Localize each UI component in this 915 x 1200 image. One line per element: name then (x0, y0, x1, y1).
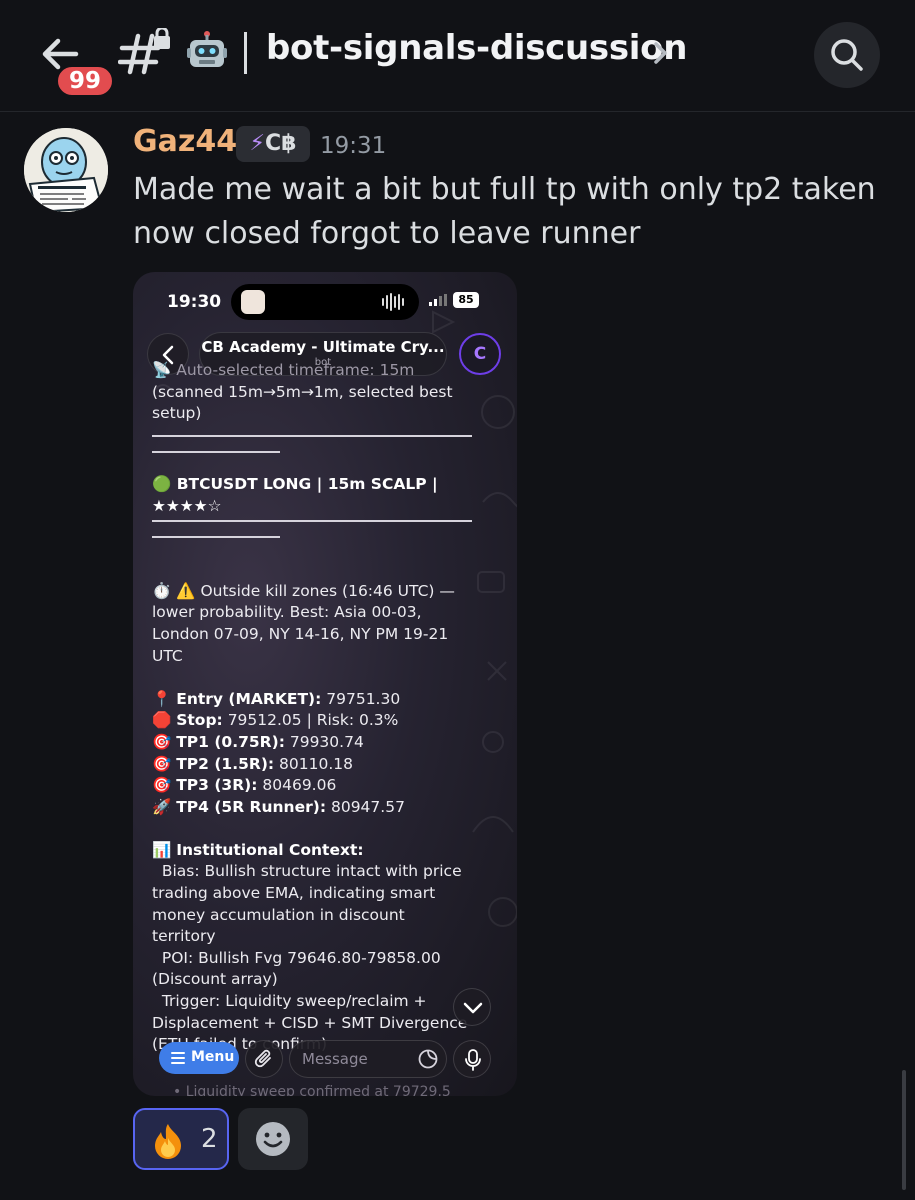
channel-header: 99 bot-signals-discussion (0, 0, 915, 112)
scanned-line: (scanned 15m→5m→1m, selected best setup) (152, 382, 458, 423)
signal-message-bubble: 📡 Auto-selected timeframe: 15m (scanned … (143, 360, 473, 1096)
sticker-icon[interactable] (417, 1048, 439, 1070)
avatar[interactable] (24, 128, 108, 212)
add-reaction-button[interactable] (238, 1108, 308, 1170)
signal-icon (429, 294, 447, 306)
paperclip-icon (254, 1049, 271, 1068)
message-timestamp: 19:31 (320, 133, 387, 159)
stop-label: Stop: (176, 711, 223, 730)
timeframe-line: 📡 Auto-selected timeframe: 15m (152, 361, 415, 379)
entry-value: 79751.30 (326, 689, 401, 708)
entry-label: Entry (MARKET): (176, 689, 322, 708)
author-name[interactable]: Gaz44 (133, 124, 237, 159)
bot-menu-label: Menu (191, 1049, 235, 1065)
underlay-text: • Liquidity sweep confirmed at 79729.5 (173, 1084, 451, 1096)
signal-message-text: 📡 Auto-selected timeframe: 15m (scanned … (152, 360, 472, 1056)
divider (152, 535, 280, 538)
search-icon (831, 39, 863, 71)
attach-button[interactable] (245, 1040, 283, 1078)
bot-menu-button[interactable]: Menu (159, 1042, 239, 1074)
divider (152, 450, 280, 453)
avatar-illustration (24, 128, 108, 212)
telegram-chat-title: CB Academy - Ultimate Cry... (201, 338, 445, 356)
tp4-value: 80947.57 (330, 797, 405, 816)
tp1-label: TP1 (0.75R): (176, 732, 285, 751)
tp2-value: 80110.18 (279, 754, 354, 773)
smile-icon (256, 1122, 290, 1156)
unread-badge: 99 (55, 64, 115, 98)
status-time: 19:30 (167, 292, 222, 312)
reaction-fire[interactable]: 2 (133, 1108, 229, 1170)
now-playing-thumbnail (241, 290, 265, 314)
role-tag[interactable]: ⚡C฿ (236, 126, 310, 162)
battery-indicator: 85 (453, 292, 479, 308)
channel-name[interactable]: bot-signals-discussion (266, 28, 687, 68)
microphone-button[interactable] (453, 1040, 491, 1078)
microphone-icon (465, 1049, 481, 1071)
reaction-count: 2 (201, 1124, 218, 1154)
tp3-label: TP3 (3R): (176, 776, 258, 795)
context-poi: POI: Bullish Fvg 79646.80-79858.00 (Disc… (152, 948, 446, 989)
search-button[interactable] (814, 22, 880, 88)
message-text: Made me wait a bit but full tp with only… (133, 172, 876, 251)
audio-waveform-icon (382, 293, 404, 311)
menu-icon (171, 1052, 185, 1064)
chevron-down-icon (463, 1002, 483, 1014)
signal-title: 🟢 BTCUSDT LONG | 15m SCALP | ★★★★☆ (152, 475, 444, 515)
chevron-right-icon[interactable] (652, 40, 670, 66)
killzone-warning: ⏱️ ⚠️ Outside kill zones (16:46 UTC) — l… (152, 581, 460, 665)
scroll-to-bottom-button[interactable] (453, 988, 491, 1026)
context-title: Institutional Context: (176, 840, 364, 859)
fire-icon (155, 1124, 181, 1159)
role-tag-label: C฿ (265, 131, 297, 156)
tp2-label: TP2 (1.5R): (176, 754, 275, 773)
tp1-value: 79930.74 (289, 732, 364, 751)
phone-status-bar: 19:30 85 (133, 272, 517, 328)
lightning-icon: ⚡ (249, 131, 265, 156)
tp3-value: 80469.06 (262, 776, 337, 795)
telegram-input-bar: • Liquidity sweep confirmed at 79729.5 M… (133, 1034, 517, 1096)
locked-channel-hash-icon (118, 28, 170, 75)
stop-value: 79512.05 | Risk: 0.3% (227, 711, 399, 730)
divider (152, 519, 472, 522)
tp4-label: TP4 (5R Runner): (176, 797, 327, 816)
scrollbar[interactable] (902, 1070, 906, 1190)
image-attachment[interactable]: 19:30 85 CB Academy - Ultimate Cry... bo… (133, 272, 517, 1096)
dynamic-island (231, 284, 419, 320)
title-divider (244, 32, 247, 74)
context-bias: Bias: Bullish structure intact with pric… (152, 862, 467, 946)
divider (152, 434, 472, 437)
robot-emoji-icon (187, 31, 227, 67)
